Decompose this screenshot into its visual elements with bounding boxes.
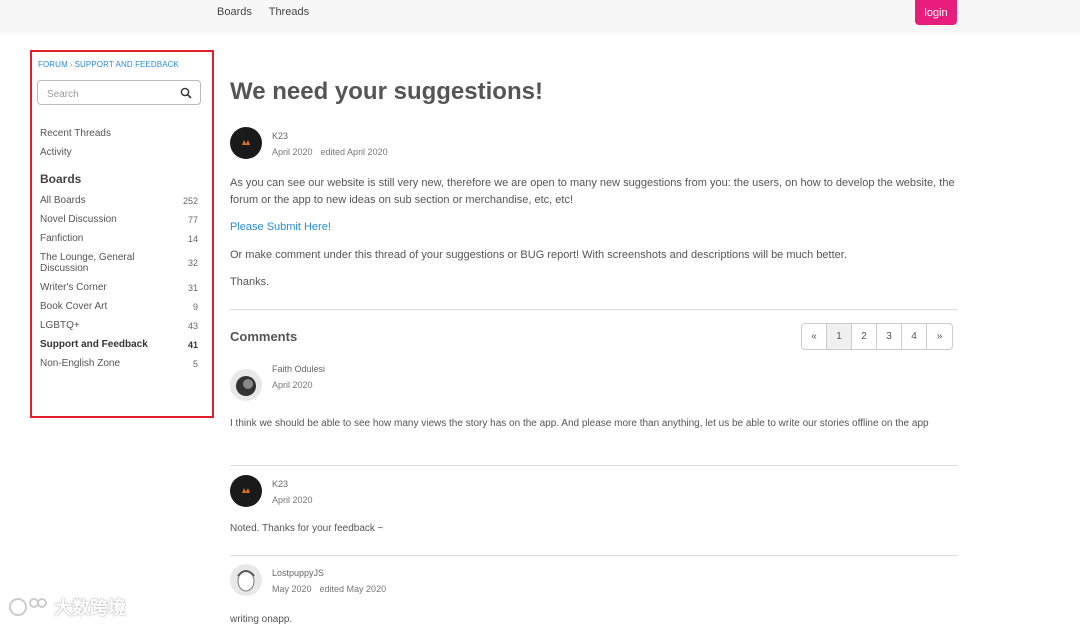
search-box <box>37 80 201 105</box>
activity-link[interactable]: Activity <box>40 143 111 162</box>
post-paragraph: Thanks. <box>230 276 270 288</box>
board-name: All Boards <box>40 195 86 206</box>
board-item-all-boards[interactable]: All Boards 252 <box>40 195 198 206</box>
watermark: 大数跨境 <box>8 594 126 620</box>
divider <box>230 309 958 310</box>
board-item-writers-corner[interactable]: Writer's Corner 31 <box>40 282 198 293</box>
watermark-logo-icon <box>9 598 47 616</box>
post-date: April 2020 edited April 2020 <box>272 147 388 157</box>
post-paragraph: Or make comment under this thread of you… <box>230 249 847 261</box>
comment-date: April 2020 <box>272 495 313 505</box>
comment-author[interactable]: K23 <box>272 479 288 489</box>
pager-next-button[interactable]: » <box>927 324 952 349</box>
board-name: Non-English Zone <box>40 358 121 369</box>
comment-date-text: May 2020 <box>272 584 312 594</box>
pager-prev-button[interactable]: « <box>802 324 827 349</box>
pager-page-4[interactable]: 4 <box>902 324 927 349</box>
board-item-support-and-feedback[interactable]: Support and Feedback 41 <box>40 339 198 350</box>
board-count: 14 <box>187 233 198 244</box>
board-name: The Lounge, General Discussion <box>40 252 135 274</box>
avatar[interactable] <box>230 369 262 401</box>
post-date-text: April 2020 <box>272 147 313 157</box>
divider <box>230 465 958 466</box>
top-nav: Boards Threads <box>217 6 323 18</box>
comment-date: May 2020 edited May 2020 <box>272 584 386 594</box>
divider <box>230 555 958 556</box>
avatar-icon <box>236 376 256 396</box>
breadcrumb: FORUM › SUPPORT AND FEEDBACK <box>38 60 179 69</box>
breadcrumb-separator: › <box>69 60 73 69</box>
search-icon[interactable] <box>180 87 192 99</box>
board-item-the-lounge[interactable]: The Lounge, General Discussion 32 <box>40 252 198 274</box>
pager-page-1[interactable]: 1 <box>827 324 852 349</box>
comment-text: Noted. Thanks for your feedback ~ <box>230 523 384 534</box>
board-item-book-cover-art[interactable]: Book Cover Art 9 <box>40 301 198 312</box>
sidebar: FORUM›SUPPORT AND FEEDBACK Recent Thread… <box>30 50 214 418</box>
board-name: LGBTQ+ <box>40 320 80 331</box>
recent-threads-link[interactable]: Recent Threads <box>40 124 111 143</box>
comment-edited: edited May 2020 <box>319 584 387 594</box>
board-list: All Boards 252 Novel Discussion 77 Fanfi… <box>40 195 198 377</box>
login-button[interactable]: login <box>915 0 957 25</box>
board-name: Novel Discussion <box>40 214 117 225</box>
sidebar-links: Recent Threads Activity <box>40 124 111 162</box>
avatar-icon <box>242 140 250 145</box>
top-bar: Boards Threads login <box>0 0 1080 34</box>
board-count: 252 <box>182 195 198 206</box>
board-name: Support and Feedback <box>40 339 148 350</box>
comments-heading: Comments <box>230 329 298 344</box>
thread-title: We need your suggestions! <box>230 78 543 105</box>
nav-threads-link[interactable]: Threads <box>269 6 309 18</box>
post-edited: edited April 2020 <box>320 147 388 157</box>
board-count: 5 <box>192 358 198 369</box>
avatar[interactable] <box>230 564 262 596</box>
board-count: 32 <box>187 258 198 268</box>
pager-page-2[interactable]: 2 <box>852 324 877 349</box>
comment-date: April 2020 <box>272 380 313 390</box>
comment-text: I think we should be able to see how man… <box>230 418 929 429</box>
avatar[interactable] <box>230 127 262 159</box>
board-name: Writer's Corner <box>40 282 107 293</box>
board-count: 9 <box>192 301 198 312</box>
board-count: 77 <box>187 214 198 225</box>
pagination: « 1 2 3 4 » <box>801 323 953 350</box>
submit-link[interactable]: Please Submit Here! <box>230 219 331 236</box>
board-count: 41 <box>187 339 198 350</box>
board-name: Fanfiction <box>40 233 84 244</box>
boards-heading: Boards <box>40 172 82 186</box>
avatar-icon <box>237 570 255 592</box>
pager-page-3[interactable]: 3 <box>877 324 902 349</box>
post-author[interactable]: K23 <box>272 131 288 141</box>
board-item-lgbtq[interactable]: LGBTQ+ 43 <box>40 320 198 331</box>
board-item-non-english-zone[interactable]: Non-English Zone 5 <box>40 358 198 369</box>
board-item-fanfiction[interactable]: Fanfiction 14 <box>40 233 198 244</box>
watermark-text: 大数跨境 <box>54 598 126 618</box>
board-item-novel-discussion[interactable]: Novel Discussion 77 <box>40 214 198 225</box>
board-count: 31 <box>187 282 198 293</box>
post-paragraph: As you can see our website is still very… <box>230 177 955 206</box>
nav-boards-link[interactable]: Boards <box>217 6 252 18</box>
avatar[interactable] <box>230 475 262 507</box>
board-count: 43 <box>187 320 198 331</box>
comment-author[interactable]: LostpuppyJS <box>272 568 324 578</box>
breadcrumb-support[interactable]: SUPPORT AND FEEDBACK <box>75 60 179 69</box>
avatar-icon <box>242 488 250 493</box>
comment-text: writing onapp. <box>230 614 293 625</box>
board-name: Book Cover Art <box>40 301 108 312</box>
breadcrumb-forum[interactable]: FORUM <box>38 60 68 69</box>
comment-author[interactable]: Faith Odulesi <box>272 364 325 374</box>
search-input[interactable] <box>45 86 179 102</box>
